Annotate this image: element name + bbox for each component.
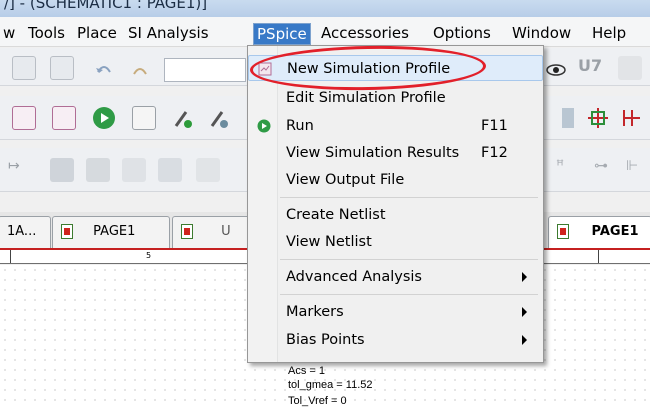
wire-icon[interactable]: ↦: [8, 158, 32, 182]
place-part-icon[interactable]: [586, 106, 610, 130]
current-marker-icon[interactable]: [208, 106, 232, 130]
notes-icon[interactable]: [158, 158, 182, 182]
library-icon[interactable]: [618, 56, 642, 80]
title-bar: /] - (SCHEMATIC1 : PAGE1)]: [0, 0, 650, 17]
menu-label: View Netlist: [286, 234, 372, 250]
menu-item-new-simulation-profile[interactable]: New Simulation Profile: [248, 55, 543, 81]
pspice-menu-dropdown: New Simulation Profile Edit Simulation P…: [247, 45, 544, 363]
voltage-marker-icon[interactable]: [172, 106, 196, 130]
schematic-page-icon: [61, 224, 73, 239]
undo-icon[interactable]: [92, 58, 116, 82]
eye-icon[interactable]: [544, 58, 568, 82]
ruler-tick: [10, 250, 11, 263]
menu-separator: [280, 259, 538, 260]
align-icon[interactable]: ⊶: [594, 158, 618, 182]
text-icon[interactable]: ꟸ: [556, 158, 580, 182]
menu-place[interactable]: Place: [74, 23, 120, 45]
tab-page1-active-label: PAGE1: [591, 224, 639, 239]
menu-item-create-netlist[interactable]: Create Netlist: [248, 202, 543, 228]
ruler-tick: [598, 250, 599, 263]
window-title: /] - (SCHEMATIC1 : PAGE1)]: [4, 0, 208, 12]
simulation-profile-icon: [258, 62, 272, 76]
component-icon[interactable]: [50, 158, 74, 182]
run-icon[interactable]: [92, 106, 116, 130]
menu-bar: w Tools Place SI Analysis PSpice Accesso…: [0, 17, 650, 47]
search-input[interactable]: [164, 58, 246, 82]
menu-separator: [280, 294, 538, 295]
tab-u[interactable]: U: [172, 216, 252, 248]
clipboard-icon[interactable]: [196, 158, 220, 182]
menu-item-view-netlist[interactable]: View Netlist: [248, 229, 543, 255]
menu-label: New Simulation Profile: [287, 61, 451, 77]
menu-item-view-simulation-results[interactable]: View Simulation Results F12: [248, 140, 543, 166]
schematic-page-icon: [181, 224, 193, 239]
menu-item-run[interactable]: Run F11: [248, 113, 543, 139]
distribute-icon[interactable]: ⊩: [626, 158, 650, 182]
menu-window[interactable]: Window: [509, 23, 574, 45]
tab-page1-label: PAGE1: [93, 224, 136, 239]
place-bus-icon[interactable]: [620, 106, 644, 130]
paste-icon[interactable]: [50, 56, 74, 80]
menu-label: Bias Points: [286, 332, 365, 348]
annotation-tol-gmea: tol_gmea = 11.52: [288, 379, 373, 391]
submenu-arrow-icon: [522, 272, 527, 282]
annotation-acs: Acs = 1: [288, 365, 325, 377]
tab-u-label: U: [221, 224, 231, 239]
menu-shortcut: F11: [481, 118, 508, 134]
u-part-icon[interactable]: U7: [578, 56, 602, 80]
menu-label: Edit Simulation Profile: [286, 90, 446, 106]
run-icon: [257, 119, 271, 133]
menu-tools[interactable]: Tools: [25, 23, 68, 45]
tab-1a[interactable]: 1A...: [0, 216, 51, 248]
copy-icon[interactable]: [12, 56, 36, 80]
edit-profile-icon[interactable]: [52, 106, 76, 130]
menu-label: Run: [286, 118, 314, 134]
menu-separator: [280, 197, 538, 198]
menu-label: Markers: [286, 304, 344, 320]
menu-pspice[interactable]: PSpice: [253, 23, 311, 45]
menu-item-bias-points[interactable]: Bias Points: [248, 327, 543, 353]
tab-1a-label: 1A...: [7, 224, 37, 239]
menu-item-advanced-analysis[interactable]: Advanced Analysis: [248, 264, 543, 290]
submenu-arrow-icon: [522, 307, 527, 317]
ruler-marker: 5: [146, 251, 152, 260]
menu-shortcut: F12: [481, 145, 508, 161]
view-results-icon[interactable]: [132, 106, 156, 130]
new-profile-icon[interactable]: [12, 106, 36, 130]
submenu-arrow-icon: [522, 335, 527, 345]
menu-label: Create Netlist: [286, 207, 386, 223]
menu-label: View Simulation Results: [286, 145, 460, 161]
menu-label: View Output File: [286, 172, 405, 188]
redo-icon[interactable]: [128, 58, 152, 82]
menu-item-view-output-file[interactable]: View Output File: [248, 167, 543, 193]
marker-add-icon[interactable]: [556, 106, 580, 130]
tab-page1[interactable]: PAGE1: [52, 216, 170, 248]
cart-icon[interactable]: [122, 158, 146, 182]
schematic-page-icon: [557, 224, 569, 239]
tab-page1-active[interactable]: PAGE1: [548, 216, 650, 248]
menu-label: Advanced Analysis: [286, 269, 422, 285]
menu-item-edit-simulation-profile[interactable]: Edit Simulation Profile: [248, 85, 543, 111]
menu-item-markers[interactable]: Markers: [248, 299, 543, 325]
menu-help[interactable]: Help: [589, 23, 629, 45]
menu-options[interactable]: Options: [430, 23, 494, 45]
netlist-icon[interactable]: [86, 158, 110, 182]
annotation-tol-vref: Tol_Vref = 0: [288, 395, 347, 407]
menu-si-analysis[interactable]: SI Analysis: [125, 23, 212, 45]
menu-view[interactable]: w: [0, 23, 18, 45]
menu-accessories[interactable]: Accessories: [318, 23, 412, 45]
